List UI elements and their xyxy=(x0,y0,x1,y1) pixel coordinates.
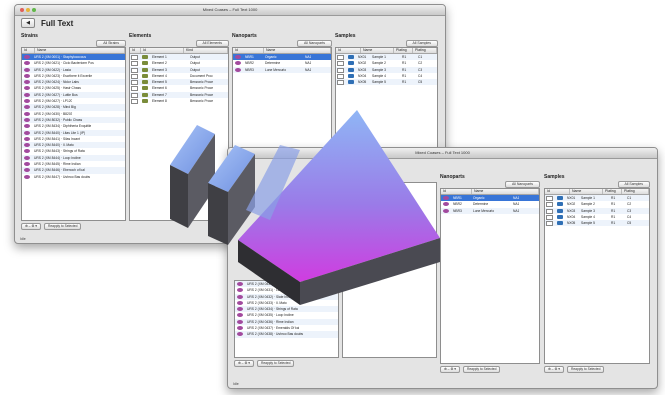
arrow-tail-block-2-side xyxy=(208,183,228,245)
arrow-up-icon xyxy=(170,110,440,305)
arrow-tail-block-1-side xyxy=(170,165,188,228)
